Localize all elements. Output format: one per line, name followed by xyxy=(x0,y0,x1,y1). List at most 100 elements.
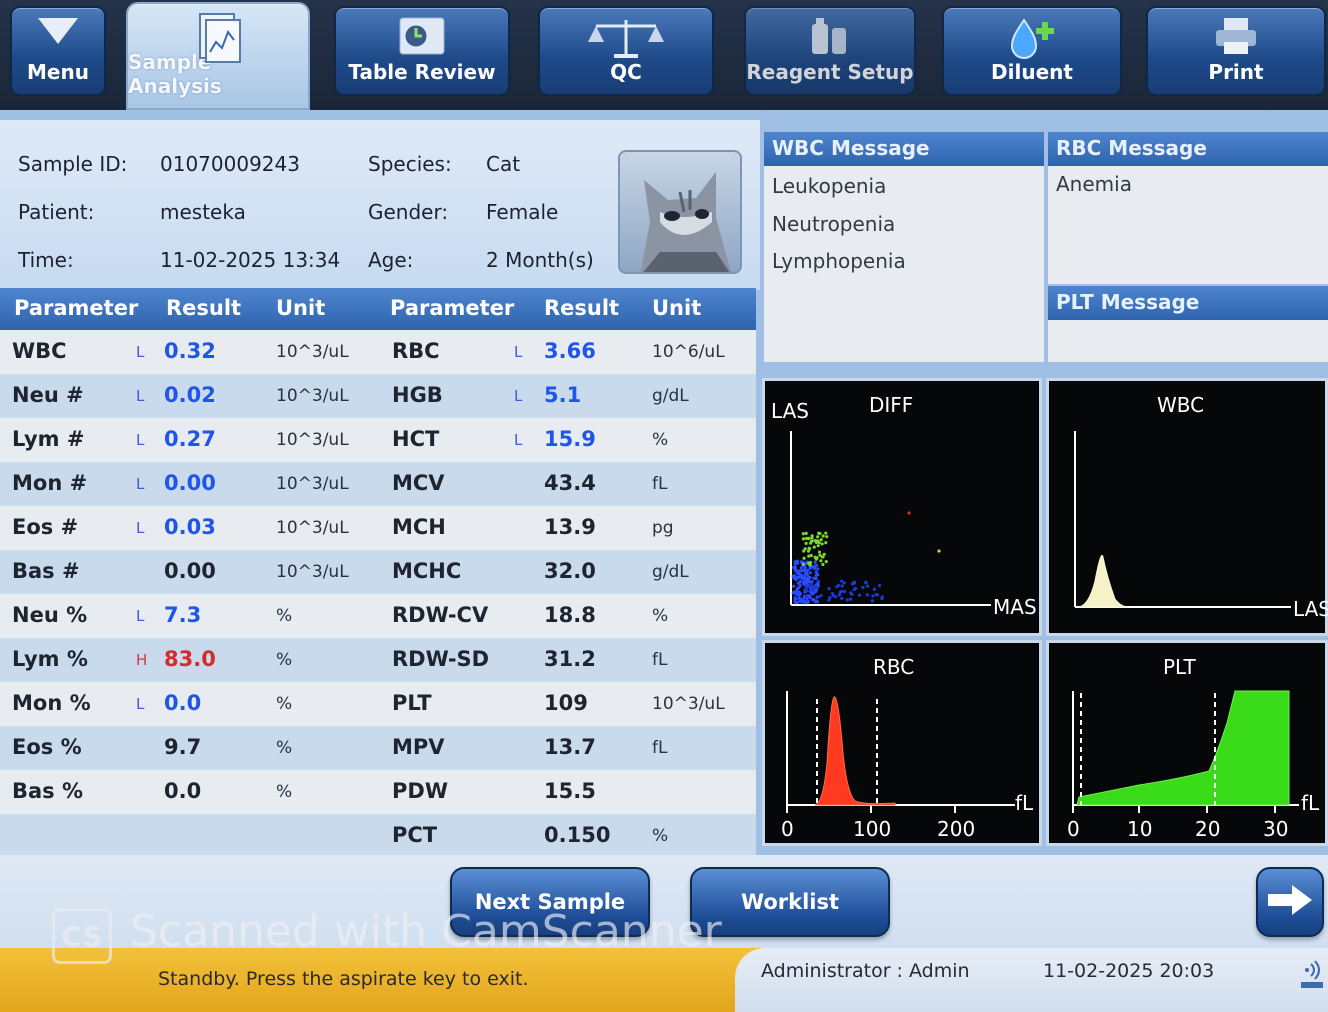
result-value: 0.00 xyxy=(164,559,216,583)
arrow-right-icon xyxy=(1266,883,1314,922)
tab-table-review[interactable]: Table Review xyxy=(334,6,510,96)
result-value: 0.0 xyxy=(164,691,202,715)
diff-cell-dot xyxy=(852,588,856,592)
age-value: 2 Month(s) xyxy=(486,248,594,272)
tab-reagent-setup[interactable]: Reagent Setup xyxy=(744,6,916,96)
diff-cell-dot xyxy=(840,596,844,600)
diff-cell-dot xyxy=(871,594,875,598)
diff-scattergram: DIFF LAS MAS xyxy=(762,378,1042,636)
worklist-label: Worklist xyxy=(740,890,840,914)
parameter-name: Lym % xyxy=(12,647,88,671)
result-value: 0.03 xyxy=(164,515,216,539)
wbc-message-line: Lymphopenia xyxy=(772,249,906,273)
diff-y-label: LAS xyxy=(771,399,809,423)
result-value: 32.0 xyxy=(544,559,596,583)
diff-cell-dot xyxy=(804,595,808,599)
parameter-name: Lym # xyxy=(12,427,85,451)
diff-lymphocyte-dot xyxy=(793,568,797,572)
diff-lymphocyte-dot xyxy=(812,576,816,580)
result-value: 15.9 xyxy=(544,427,596,451)
plt-tick-label: 20 xyxy=(1195,817,1221,841)
parameter-name: Mon % xyxy=(12,691,91,715)
table-row: Bas # 0.00 10^3/uL MCHC 32.0 g/dL xyxy=(0,550,756,594)
rbc-message-title: RBC Message xyxy=(1056,136,1207,160)
diff-eosinophil-dot xyxy=(812,545,816,549)
species-label: Species: xyxy=(368,152,452,176)
tab-print[interactable]: Print xyxy=(1146,6,1326,96)
result-value: 15.5 xyxy=(544,779,596,803)
plt-tick-label: 30 xyxy=(1263,817,1289,841)
result-flag: L xyxy=(514,387,523,405)
header-result-right: Result xyxy=(544,296,620,320)
diff-cell-dot xyxy=(845,598,849,602)
wbc-x-label: LAS xyxy=(1293,597,1328,621)
tab-diluent[interactable]: Diluent xyxy=(942,6,1122,96)
diff-lymphocyte-dot xyxy=(800,600,804,604)
diff-lymphocyte-dot xyxy=(803,572,808,576)
diff-x-label: MAS xyxy=(993,595,1037,619)
diff-cell-dot xyxy=(937,549,941,553)
result-unit: 10^3/uL xyxy=(276,386,349,406)
diff-lymphocyte-dot xyxy=(797,581,801,585)
diff-lymphocyte-dot xyxy=(808,571,813,575)
diff-cell-dot xyxy=(842,581,846,585)
rbc-message-line: Anemia xyxy=(1056,172,1132,196)
diff-lymphocyte-dot xyxy=(793,565,797,569)
diff-eosinophil-dot xyxy=(802,556,806,560)
result-value: 83.0 xyxy=(164,647,216,671)
result-flag: L xyxy=(136,695,145,713)
diff-cell-dot xyxy=(872,587,876,591)
header-unit-right: Unit xyxy=(652,296,702,320)
diff-eosinophil-dot xyxy=(818,531,822,536)
diff-cell-dot xyxy=(840,579,844,583)
tab-qc[interactable]: QC xyxy=(538,6,714,96)
menu-button[interactable]: Menu xyxy=(10,6,106,96)
rbc-graph-title: RBC xyxy=(873,655,915,679)
diff-eosinophil-dot xyxy=(821,534,825,538)
diff-lymphocyte-dot xyxy=(813,560,817,564)
rfid-icon xyxy=(1301,960,1325,994)
print-label: Print xyxy=(1208,60,1264,84)
menu-label: Menu xyxy=(27,60,89,84)
time-label: Time: xyxy=(18,248,74,272)
result-unit: 10^3/uL xyxy=(276,562,349,582)
result-value: 7.3 xyxy=(164,603,202,627)
tab-sample-analysis[interactable]: Sample Analysis xyxy=(126,2,310,110)
diff-lymphocyte-dot xyxy=(803,565,807,570)
diff-cell-dot xyxy=(851,582,855,586)
diff-lymphocyte-dot xyxy=(812,566,817,571)
diff-lymphocyte-dot xyxy=(797,569,802,573)
next-page-button[interactable] xyxy=(1256,867,1324,937)
diff-eosinophil-dot xyxy=(820,542,824,546)
result-flag: L xyxy=(136,607,145,625)
result-value: 5.1 xyxy=(544,383,582,407)
diff-lymphocyte-dot xyxy=(794,589,799,593)
diff-eosinophil-dot xyxy=(810,539,814,543)
result-flag: L xyxy=(514,431,523,449)
wbc-message-box: Leukopenia Neutropenia Lymphopenia xyxy=(764,166,1044,362)
rbc-tick-label: 0 xyxy=(781,817,794,841)
plt-message-box xyxy=(1048,320,1328,362)
diff-lymphocyte-dot xyxy=(797,594,801,598)
diff-eosinophil-dot xyxy=(821,562,825,567)
plt-message-title: PLT Message xyxy=(1056,290,1200,314)
result-value: 0.02 xyxy=(164,383,216,407)
result-value: 18.8 xyxy=(544,603,596,627)
diff-eosinophil-dot xyxy=(801,532,805,536)
patient-value: mesteka xyxy=(160,200,246,224)
diff-cell-dot xyxy=(831,592,835,596)
rbc-message-box: Anemia xyxy=(1048,166,1328,284)
diff-lymphocyte-dot xyxy=(793,562,797,566)
diff-eosinophil-dot xyxy=(810,536,814,540)
gender-label: Gender: xyxy=(368,200,449,224)
diff-eosinophil-dot xyxy=(801,537,806,541)
status-datetime: 11-02-2025 20:03 xyxy=(1043,960,1215,982)
result-value: 31.2 xyxy=(544,647,596,671)
table-review-label: Table Review xyxy=(348,60,496,84)
header-result-left: Result xyxy=(166,296,242,320)
rbc-message-header: RBC Message xyxy=(1048,132,1328,166)
diff-lymphocyte-dot xyxy=(806,568,810,572)
result-unit: 10^3/uL xyxy=(276,342,349,362)
diff-title: DIFF xyxy=(869,393,914,417)
table-row: Mon % L 0.0% PLT 109 10^3/uL xyxy=(0,682,756,726)
